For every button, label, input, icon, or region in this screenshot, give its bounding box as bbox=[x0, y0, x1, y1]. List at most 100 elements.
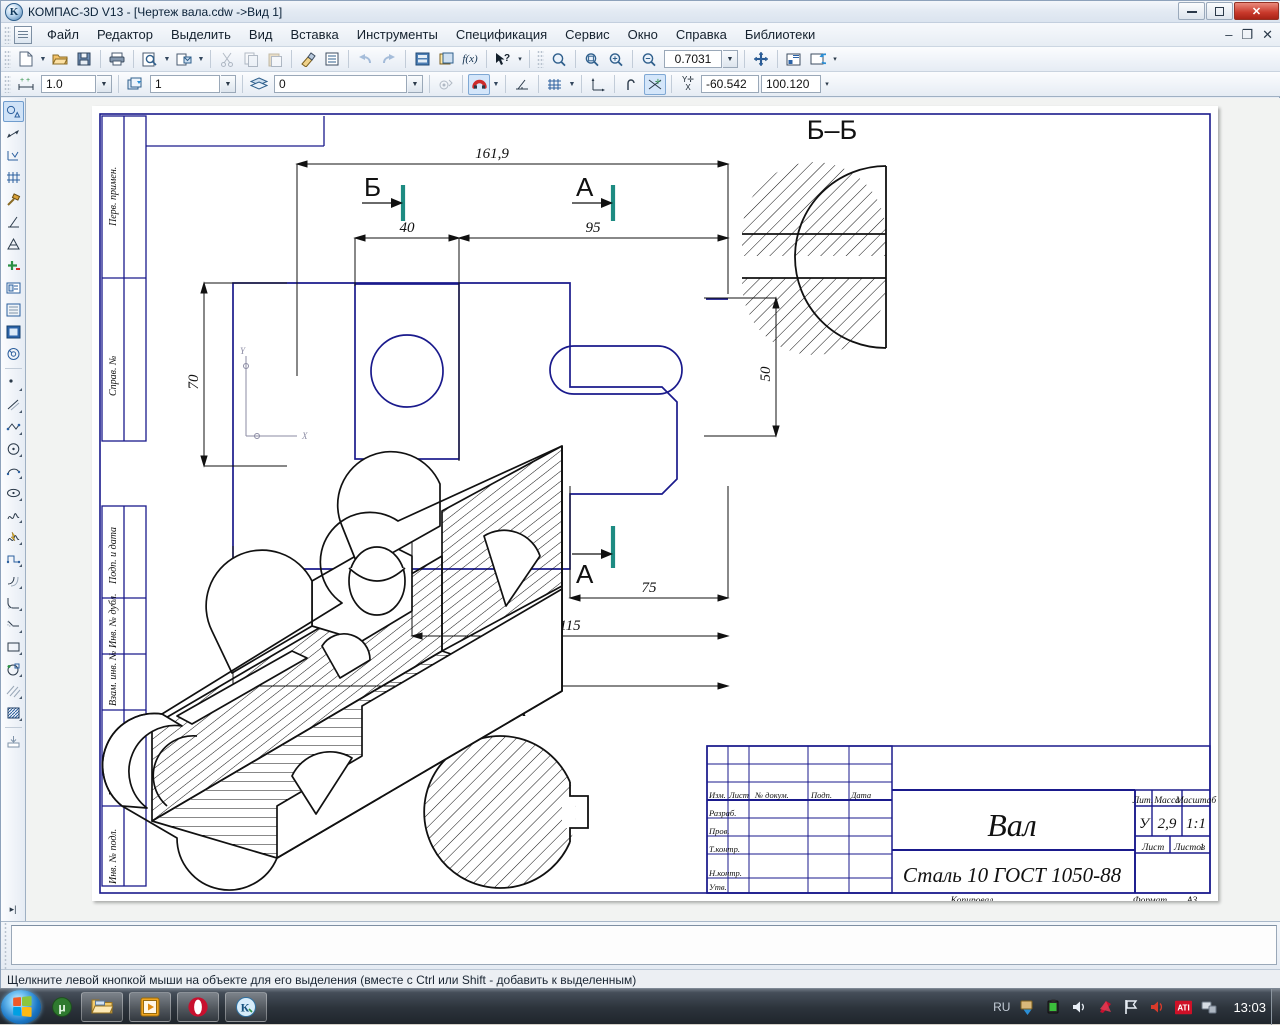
zoom-out-button[interactable] bbox=[638, 49, 660, 70]
send-document-dropdown[interactable]: ▼ bbox=[196, 49, 206, 70]
zoom-in-button[interactable] bbox=[605, 49, 627, 70]
equidistant-tool[interactable] bbox=[3, 570, 24, 591]
polyline-tool[interactable] bbox=[3, 416, 24, 437]
polygon-tool[interactable] bbox=[3, 658, 24, 679]
dimension-scale-combo[interactable]: 1.0 ▼ bbox=[40, 75, 112, 93]
current-state-toolbar-overflow[interactable]: ▾ bbox=[822, 74, 832, 95]
kaspersky-icon[interactable] bbox=[1097, 999, 1114, 1016]
geometry-tool[interactable] bbox=[3, 101, 24, 122]
view-settings-icon[interactable] bbox=[435, 74, 457, 95]
print-preview-dropdown[interactable]: ▼ bbox=[162, 49, 172, 70]
menu-help[interactable]: Справка bbox=[667, 24, 736, 45]
menu-view[interactable]: Вид bbox=[240, 24, 282, 45]
views-icon[interactable] bbox=[124, 74, 146, 95]
menu-specification[interactable]: Спецификация bbox=[447, 24, 556, 45]
open-document-button[interactable] bbox=[49, 49, 71, 70]
line-tool[interactable] bbox=[3, 394, 24, 415]
zoom-level-dropdown[interactable]: ▼ bbox=[723, 50, 738, 68]
menu-editor[interactable]: Редактор bbox=[88, 24, 162, 45]
print-preview-button[interactable] bbox=[139, 49, 161, 70]
variables-button[interactable] bbox=[435, 49, 457, 70]
expand-panel-button[interactable]: ▸| bbox=[3, 899, 24, 920]
bezier-tool[interactable] bbox=[3, 526, 24, 547]
snap-points-button[interactable]: ✛ bbox=[644, 74, 666, 95]
manager-button[interactable] bbox=[411, 49, 433, 70]
view-toolbar-grip[interactable] bbox=[537, 50, 544, 68]
taskbar-clock[interactable]: 13:03 bbox=[1233, 1000, 1266, 1015]
redo-button[interactable] bbox=[378, 49, 400, 70]
new-document-dropdown[interactable]: ▼ bbox=[38, 49, 48, 70]
zoom-fit-button[interactable] bbox=[581, 49, 603, 70]
utorrent-icon[interactable]: μ bbox=[49, 994, 75, 1020]
point-tool[interactable] bbox=[3, 372, 24, 393]
dimension-scale-icon[interactable]: + + bbox=[15, 74, 37, 95]
battery-icon[interactable] bbox=[1045, 999, 1062, 1016]
undo-button[interactable] bbox=[354, 49, 376, 70]
magnet-snap-icon[interactable] bbox=[468, 74, 490, 95]
ellipse-tool[interactable] bbox=[3, 482, 24, 503]
parametrization-tool[interactable] bbox=[3, 211, 24, 232]
kompas-taskbar-button[interactable]: К bbox=[225, 992, 267, 1022]
magnet-snap-dropdown[interactable]: ▼ bbox=[491, 74, 501, 95]
insert-fragment-tool[interactable] bbox=[3, 299, 24, 320]
chamfer-tool[interactable] bbox=[3, 614, 24, 635]
drawing-canvas[interactable]: Перв. примен. Справ. № Подп. и дата Инв.… bbox=[26, 98, 1280, 921]
what-is-this-button[interactable]: ? bbox=[492, 49, 514, 70]
menu-file[interactable]: Файл bbox=[38, 24, 88, 45]
volume-icon[interactable] bbox=[1071, 999, 1088, 1016]
menu-window[interactable]: Окно bbox=[619, 24, 667, 45]
grid-button[interactable] bbox=[544, 74, 566, 95]
pan-button[interactable] bbox=[750, 49, 772, 70]
close-button[interactable]: ✕ bbox=[1234, 2, 1279, 20]
action-center-flag-icon[interactable] bbox=[1123, 999, 1140, 1016]
standard-toolbar-overflow[interactable]: ▾ bbox=[515, 49, 525, 70]
send-document-button[interactable] bbox=[173, 49, 195, 70]
dimensions-tool[interactable] bbox=[3, 123, 24, 144]
show-desktop-button[interactable] bbox=[1271, 989, 1280, 1025]
fillet-tool[interactable] bbox=[3, 592, 24, 613]
current-state-toolbar-grip[interactable] bbox=[4, 75, 11, 93]
zoom-window-button[interactable] bbox=[548, 49, 570, 70]
current-view-value[interactable]: 1 bbox=[150, 75, 220, 93]
ati-catalyst-icon[interactable]: ATI bbox=[1175, 999, 1192, 1016]
circle-tool[interactable] bbox=[3, 438, 24, 459]
edit-tool[interactable] bbox=[3, 189, 24, 210]
rectangle-tool[interactable] bbox=[3, 636, 24, 657]
restrict-angle-button[interactable] bbox=[620, 74, 642, 95]
views-tool[interactable] bbox=[3, 321, 24, 342]
refresh-view-button[interactable] bbox=[807, 49, 829, 70]
menu-libraries[interactable]: Библиотеки bbox=[736, 24, 824, 45]
local-coordinate-system-button[interactable] bbox=[587, 74, 609, 95]
cursor-y-field[interactable]: 100.120 bbox=[761, 75, 821, 93]
update-icon[interactable] bbox=[1019, 999, 1036, 1016]
copy-button[interactable] bbox=[240, 49, 262, 70]
grid-dropdown[interactable]: ▼ bbox=[567, 74, 577, 95]
view-toolbar-overflow[interactable]: ▾ bbox=[830, 49, 840, 70]
network-icon[interactable] bbox=[1201, 999, 1218, 1016]
cursor-x-field[interactable]: -60.542 bbox=[701, 75, 759, 93]
redraw-button[interactable] bbox=[783, 49, 805, 70]
current-layer-value[interactable]: 0 bbox=[274, 75, 407, 93]
menu-tools[interactable]: Инструменты bbox=[348, 24, 447, 45]
current-view-dropdown[interactable]: ▼ bbox=[221, 75, 236, 93]
format-painter-button[interactable] bbox=[297, 49, 319, 70]
drawing-output-tool[interactable] bbox=[3, 731, 24, 752]
orthogonal-mode-button[interactable] bbox=[511, 74, 533, 95]
mdi-minimize-button[interactable]: – bbox=[1225, 27, 1232, 43]
properties-button[interactable] bbox=[321, 49, 343, 70]
menu-insert[interactable]: Вставка bbox=[281, 24, 347, 45]
property-panel-grip[interactable] bbox=[1, 922, 11, 969]
current-view-combo[interactable]: 1 ▼ bbox=[149, 75, 236, 93]
spec-tool[interactable] bbox=[3, 255, 24, 276]
explorer-taskbar-button[interactable] bbox=[81, 992, 123, 1022]
language-indicator[interactable]: RU bbox=[993, 1000, 1010, 1014]
hatching-tool[interactable] bbox=[3, 680, 24, 701]
cut-button[interactable] bbox=[216, 49, 238, 70]
layers-icon[interactable] bbox=[248, 74, 270, 95]
current-layer-combo[interactable]: 0 ▼ bbox=[273, 75, 423, 93]
menu-service[interactable]: Сервис bbox=[556, 24, 619, 45]
current-layer-dropdown[interactable]: ▼ bbox=[408, 75, 423, 93]
standard-toolbar-grip[interactable] bbox=[4, 50, 11, 68]
nurbs-tool[interactable] bbox=[3, 504, 24, 525]
sound-icon[interactable] bbox=[1149, 999, 1166, 1016]
